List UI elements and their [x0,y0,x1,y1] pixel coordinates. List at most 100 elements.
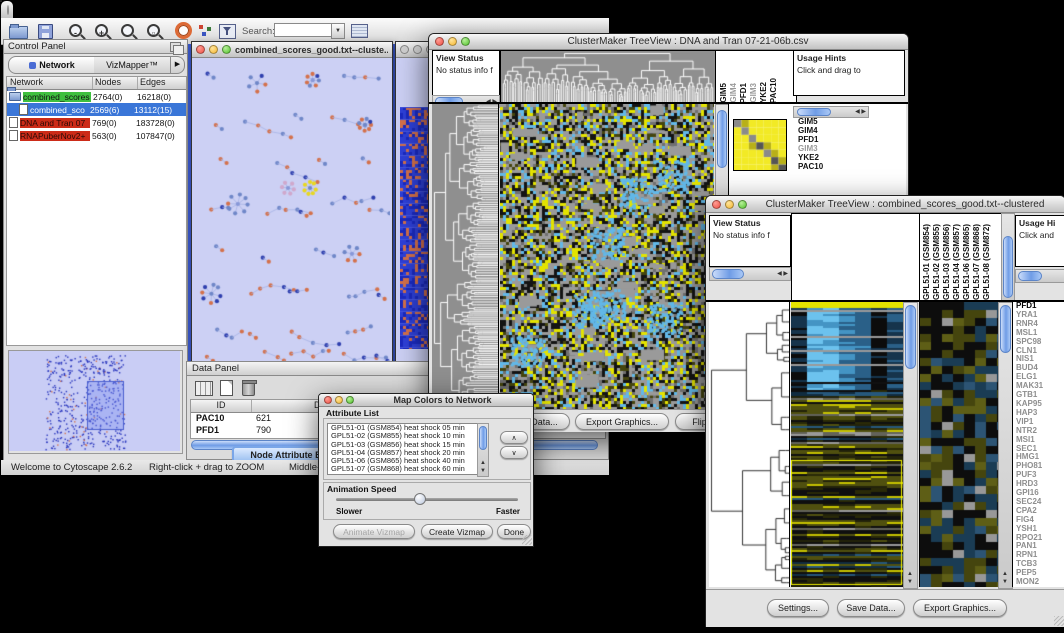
zoom-in-icon[interactable]: + [95,24,108,37]
tv2-zoom-scrollbar[interactable]: ▲▼ [998,302,1013,589]
speed-slider-thumb[interactable] [414,493,426,505]
tab-overflow-button[interactable]: ▶ [170,56,185,74]
tv1-heatmap-canvas[interactable] [500,104,714,409]
open-session-icon[interactable] [9,26,28,39]
dense-grid-network-canvas[interactable] [400,107,430,349]
tv1-gene-list[interactable]: GIM5GIM4PFD1GIM3YKE2PAC10 [795,118,855,174]
attribute-browser-icon[interactable] [351,24,368,38]
network-graph-canvas[interactable] [192,58,390,367]
network-table-header[interactable]: Network Nodes Edges [7,77,186,90]
settings-button[interactable]: Settings... [767,599,829,617]
tv2-gene-list[interactable]: PFD1YRA1RNR4MSL1SPC98CLN1NIS1BUD4ELG1MAK… [1012,302,1064,587]
network-row[interactable]: RNAPuberNov2+ 563(0) 107847(0) [7,129,186,142]
attribute-list-scrollbar[interactable]: ▲▼ [477,423,489,477]
scroll-arrows-icon[interactable]: ▲▼ [907,570,913,586]
zoom-button[interactable] [461,37,470,46]
birdseye-canvas[interactable] [9,351,180,451]
create-vizmap-button[interactable]: Create Vizmap [421,524,493,539]
scroll-arrows-icon[interactable]: ◀ ▶ [855,108,866,116]
birdseye-panel[interactable] [8,350,183,454]
tv2-gene-dendrogram-canvas[interactable] [709,302,790,587]
treeview2-titlebar[interactable]: ClusterMaker TreeView : combined_scores_… [706,196,1064,213]
minimize-button[interactable] [209,45,218,54]
animate-vizmap-button[interactable]: Animate Vizmap [333,524,415,539]
network-nodes: 769(0) [90,118,134,128]
tv2-status-scrollbar[interactable]: ◀ ▶ [709,267,791,281]
treeview1-titlebar[interactable]: ClusterMaker TreeView : DNA and Tran 07-… [429,34,908,50]
tv2-labels-scrollbar[interactable] [1001,213,1015,301]
close-button[interactable] [196,45,205,54]
tv2-heatmap-canvas[interactable] [791,302,903,587]
gene-label[interactable]: PAC10 [795,163,855,172]
scroll-arrows-icon[interactable]: ▲▼ [480,459,486,475]
float-panel-icon[interactable] [170,42,181,52]
zoom-button[interactable] [738,200,747,209]
tv1-gene-dendrogram-canvas[interactable] [432,104,499,409]
tv2-usage-scrollbar[interactable] [1015,269,1064,283]
save-data-button[interactable]: Save Data... [837,599,905,617]
close-button[interactable] [712,200,721,209]
main-titlebar[interactable]: Cytoscape Desktop (Session Name: collins… [1,1,13,19]
move-up-button[interactable]: ∧ [500,431,528,444]
control-panel-tabs: Network VizMapper™ ▶ [4,54,187,74]
tab-network-label: Network [39,60,75,70]
scroll-arrows-icon[interactable]: ◀ ▶ [777,270,788,278]
tv1-column-labels[interactable]: GIM5GIM4PFD1GIM3YKE2PAC10 [715,50,797,104]
zoom-fit-icon[interactable] [121,24,134,37]
search-dropdown-button[interactable]: ▼ [331,23,345,39]
tab-vizmapper[interactable]: VizMapper™ [94,56,171,74]
delete-attribute-icon[interactable] [242,382,255,396]
search-input[interactable] [274,23,332,37]
network-view-titlebar[interactable]: combined_scores_good.txt--cluste... [192,42,392,58]
minimize-button[interactable] [448,37,457,46]
resize-grip[interactable] [1054,616,1064,626]
help-lifering-icon[interactable] [175,22,192,39]
zoom-out-icon[interactable]: - [69,24,82,37]
save-session-icon[interactable] [38,24,53,39]
dialog-titlebar[interactable]: Map Colors to Network [319,394,533,407]
network-row-selected[interactable]: combined_sco 2569(6) 13112(15) [7,103,186,116]
tv1-top-dendrogram-canvas[interactable] [500,50,716,104]
zoom-selected-icon[interactable]: ▫ [147,24,160,37]
select-attributes-icon[interactable] [195,381,213,396]
tv1-usage-scrollbar[interactable]: ◀ ▶ [793,106,869,118]
zoom-button[interactable] [19,5,21,15]
close-button[interactable] [7,5,9,15]
close-button[interactable] [435,37,444,46]
minimize-button[interactable] [335,396,343,404]
minimize-button[interactable] [413,45,422,54]
close-button[interactable] [324,396,332,404]
tv2-vertical-scrollbar[interactable]: ▲▼ [903,302,918,589]
speed-slider-track[interactable] [336,498,518,501]
tv2-column-labels[interactable]: GPL51-01 (GSM854)GPL51-02 (GSM855)GPL51-… [919,213,1003,301]
export-graphics-button[interactable]: Export Graphics... [913,599,1007,617]
filter-icon[interactable] [219,24,236,39]
zoom-button[interactable] [346,396,354,404]
tab-network[interactable]: Network [8,56,96,74]
data-panel-title: Data Panel [192,363,239,374]
network-name: RNAPuberNov2+ [20,131,90,141]
tv1-zoom-matrix-canvas[interactable] [733,119,787,171]
export-graphics-button[interactable]: Export Graphics... [575,413,669,430]
resize-grip[interactable] [522,535,532,545]
create-attribute-icon[interactable] [220,380,233,396]
network-name: combined_scores [23,92,91,102]
network-overview-icon[interactable] [199,25,213,37]
network-row[interactable]: DNA and Tran 07 769(0) 183728(0) [7,116,186,129]
network-row[interactable]: combined_scores 2764(0) 16218(0) [7,90,186,103]
minimize-button[interactable] [725,200,734,209]
network-table: Network Nodes Edges combined_scores 2764… [6,76,187,346]
status-pan-hint: Middle- [289,462,320,473]
close-button[interactable] [400,45,409,54]
create-vizmap-label: Create Vizmap [429,527,485,537]
tv2-zoom-heatmap-canvas[interactable] [919,302,998,587]
gene-label[interactable]: MON2 [1013,578,1064,587]
move-down-button[interactable]: ∨ [500,446,528,459]
cytoscape-main-window: Cytoscape Desktop (Session Name: collins… [0,0,2,2]
col-id: ID [191,400,252,412]
attribute-item[interactable]: GPL51-07 (GSM868) heat shock 60 min [328,465,478,473]
zoom-button[interactable] [222,45,231,54]
minimize-button[interactable] [13,5,15,15]
status-welcome: Welcome to Cytoscape 2.6.2 [11,462,132,473]
scroll-arrows-icon[interactable]: ▲▼ [1002,570,1008,586]
